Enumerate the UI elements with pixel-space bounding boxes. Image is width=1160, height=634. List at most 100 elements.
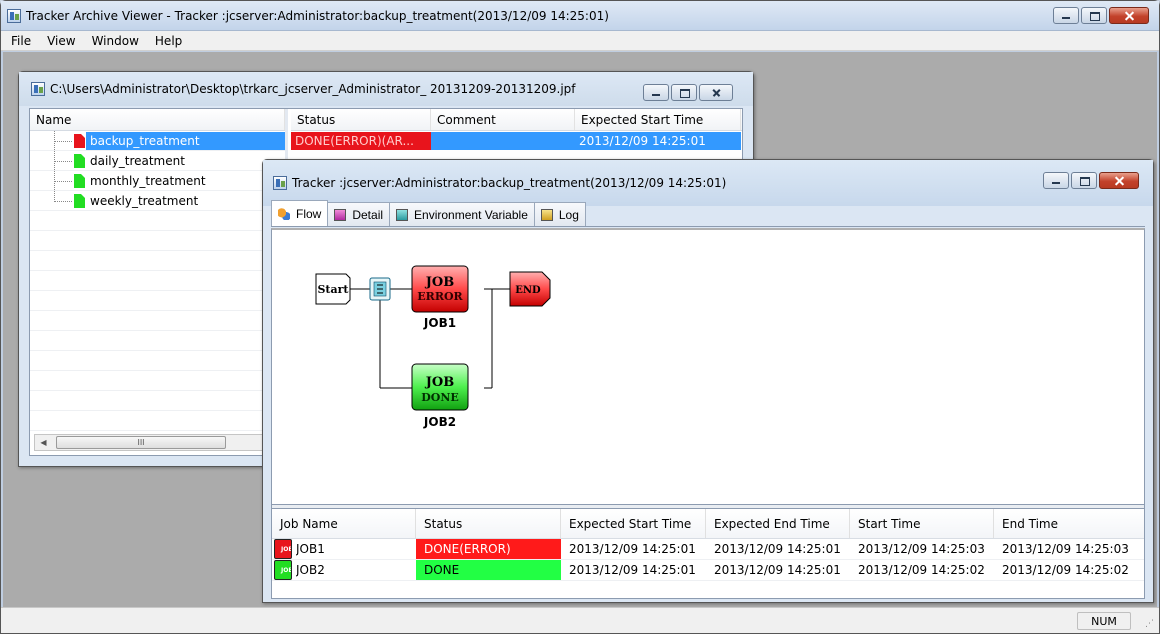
tab-environment-variable[interactable]: Environment Variable [389,202,535,226]
archive-titlebar[interactable]: C:\Users\Administrator\Desktop\trkarc_jc… [19,72,753,106]
name-column-header[interactable]: Name [30,109,285,131]
archive-comment-cell [431,132,575,150]
end-time-cell: 2013/12/09 14:25:03 [1002,542,1129,556]
archive-status-cell: DONE(ERROR)(AR... [291,132,431,150]
job1-label: JOB1 [423,316,456,330]
expected-start-cell: 2013/12/09 14:25:01 [569,542,696,556]
num-lock-indicator: NUM [1077,612,1131,630]
menu-help[interactable]: Help [147,34,190,48]
scroll-thumb[interactable]: III [56,436,226,449]
job-grid: Job Name Status Expected Start Time Expe… [271,509,1145,599]
job1-state-text: ERROR [417,290,463,303]
archive-maximize-button[interactable] [671,84,697,101]
archive-list-header: Status Comment Expected Start Time [291,109,742,131]
job1-top-text: JOB [425,275,454,290]
tracker-file-icon [74,133,85,148]
tracker-titlebar[interactable]: Tracker :jcserver:Administrator:backup_t… [263,160,1153,206]
job-row[interactable]: JOB JOB2 DONE 2013/12/09 14:25:01 2013/12/09… [272,560,1144,581]
comment-column-header[interactable]: Comment [431,109,575,130]
archive-file-icon [31,82,45,96]
tree-item[interactable]: weekly_treatment [30,191,285,211]
app-icon [7,8,21,23]
flow-icon [278,207,290,220]
log-icon [540,208,553,221]
tree-item[interactable]: backup_treatment [30,131,285,151]
tracker-file-icon [74,173,85,188]
tracker-title: Tracker :jcserver:Administrator:backup_t… [292,176,727,190]
tree-connector [54,161,72,162]
end-time-cell: 2013/12/09 14:25:02 [1002,563,1129,577]
start-time-cell: 2013/12/09 14:25:02 [858,563,985,577]
status-column-header[interactable]: Status [291,109,431,130]
job2-node[interactable]: JOB DONE JOB2 [411,363,469,429]
expected-start-cell: 2013/12/09 14:25:01 [569,563,696,577]
start-time-cell: 2013/12/09 14:25:03 [858,542,985,556]
job-name-column-header[interactable]: Job Name [272,509,416,538]
archive-close-button[interactable] [699,84,733,101]
job-name-cell: JOB JOB2 [272,560,416,580]
menu-view[interactable]: View [39,34,83,48]
menu-file[interactable]: File [3,34,39,48]
scroll-left-icon[interactable]: ◀ [35,438,52,447]
job2-label: JOB2 [423,415,456,429]
end-time-column-header[interactable]: End Time [994,509,1134,538]
tree-item-label: monthly_treatment [90,173,206,188]
archive-list-row[interactable]: DONE(ERROR)(AR... 2013/12/09 14:25:01 [291,131,742,151]
start-label: Start [317,283,349,296]
horizontal-scrollbar[interactable]: ◀ III [34,434,275,451]
archive-start-cell: 2013/12/09 14:25:01 [575,132,741,150]
tracker-file-icon [74,193,85,208]
menu-bar: File View Window Help [1,31,1159,51]
env-var-icon [396,208,409,221]
job-name-text: JOB2 [296,563,325,577]
tree-item[interactable]: monthly_treatment [30,171,285,191]
expected-end-cell: 2013/12/09 14:25:01 [714,563,841,577]
detail-icon [334,208,347,221]
tab-log[interactable]: Log [533,202,586,226]
tab-flow[interactable]: Flow [271,200,329,226]
maximize-button[interactable] [1081,7,1107,24]
job2-state-text: DONE [421,391,459,404]
job-row[interactable]: JOB JOB1 DONE(ERROR) 2013/12/09 14:25:01 201… [272,539,1144,560]
resize-grip-icon[interactable]: ⋰ [1145,619,1157,631]
tracker-tabs: Flow Detail Environment Variable Log [271,200,1145,227]
tree-item-label: weekly_treatment [90,193,199,208]
start-time-column-header[interactable]: Start Time [850,509,994,538]
status-bar: NUM ⋰ [1,607,1159,633]
close-button[interactable] [1109,7,1149,24]
tracker-minimize-button[interactable] [1043,172,1069,189]
job2-top-text: JOB [425,375,454,390]
expected-end-column-header[interactable]: Expected End Time [706,509,850,538]
tree-item[interactable]: daily_treatment [30,151,285,171]
job-icon: JOB [274,560,292,580]
tree-connector [54,191,55,200]
tree-item-label: daily_treatment [90,153,185,168]
expected-end-cell: 2013/12/09 14:25:01 [714,542,841,556]
job-grid-header: Job Name Status Expected Start Time Expe… [272,509,1144,539]
app-title: Tracker Archive Viewer - Tracker :jcserv… [26,8,609,23]
job-status-cell: DONE(ERROR) [416,539,561,559]
tracker-window-icon [273,176,287,190]
status-column-header[interactable]: Status [416,509,561,538]
tracker-maximize-button[interactable] [1071,172,1097,189]
tracker-close-button[interactable] [1099,172,1139,189]
menu-window[interactable]: Window [84,34,147,48]
expected-start-column-header[interactable]: Expected Start Time [561,509,706,538]
tab-detail[interactable]: Detail [327,202,391,226]
tree-item-label: backup_treatment [86,131,285,150]
tree-connector [54,141,72,142]
start-node[interactable]: Start [315,273,351,305]
archive-minimize-button[interactable] [643,84,669,101]
tree-connector [54,181,72,182]
job-name-cell: JOB JOB1 [272,539,416,559]
end-node[interactable]: END [509,271,551,307]
main-titlebar[interactable]: Tracker Archive Viewer - Tracker :jcserv… [1,1,1159,31]
branch-icon[interactable] [369,277,391,301]
expected-start-column-header[interactable]: Expected Start Time [575,109,741,130]
tracker-window: Tracker :jcserver:Administrator:backup_t… [262,159,1154,603]
tree-connector [54,201,72,202]
flow-canvas[interactable]: Start JOB ERROR JOB1 END JOB DONE JOB2 [271,228,1145,504]
minimize-button[interactable] [1053,7,1079,24]
end-label: END [515,285,541,296]
job1-node[interactable]: JOB ERROR JOB1 [411,265,469,330]
